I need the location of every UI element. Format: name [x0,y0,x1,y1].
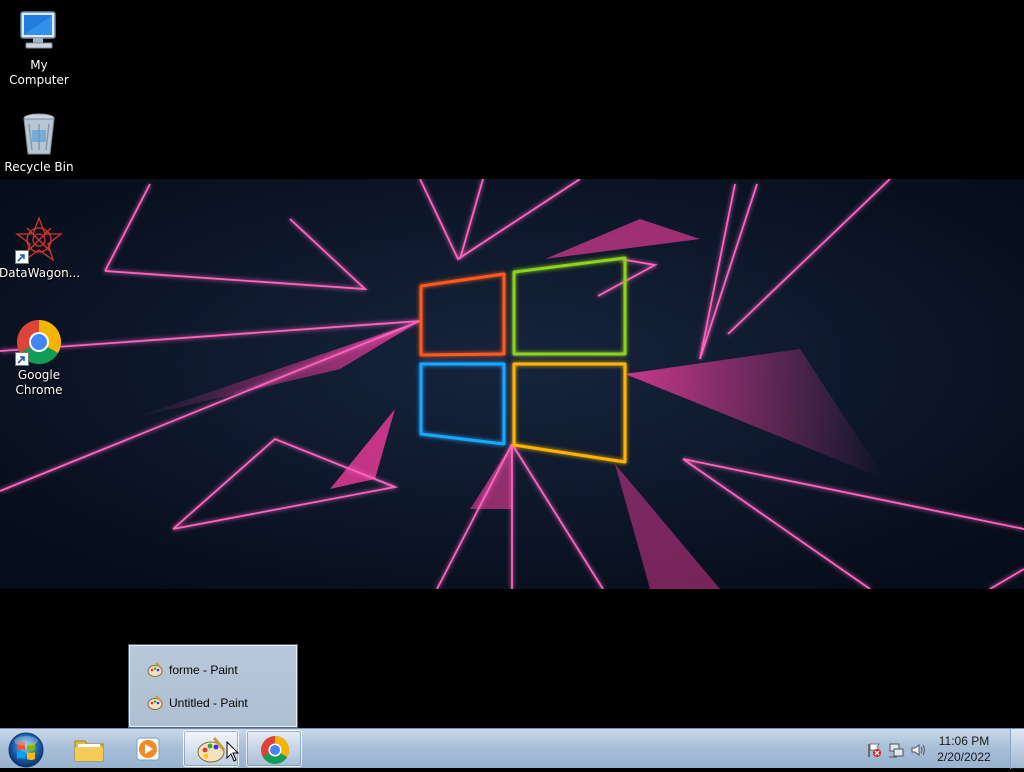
desktop-icon-label: DataWagon... [0,266,81,280]
volume-icon[interactable] [910,742,926,758]
network-icon[interactable] [888,742,904,758]
shortcut-arrow-icon [15,250,29,264]
notification-area: 11:06 PM 2/20/2022 [856,729,1024,769]
shortcut-arrow-icon [15,352,29,366]
desktop-icon-datawagon[interactable]: DataWagon... [0,216,81,281]
desktop-icon-recycle-bin[interactable]: Recycle Bin [0,110,79,175]
system-clock[interactable]: 11:06 PM 2/20/2022 [928,733,1000,765]
start-button[interactable] [4,730,48,768]
action-center-flag-icon[interactable] [866,742,882,758]
desktop[interactable]: My Computer Recycle Bin DataWagon... Goo… [0,0,1024,728]
paint-window-item-forme[interactable]: forme - Paint [136,657,290,683]
wallpaper [0,179,1024,589]
windows-orb-icon [8,732,44,768]
paint-palette-icon [197,737,226,763]
datawagon-icon [15,216,63,264]
desktop-icon-label: My Computer [9,58,69,87]
chrome-icon [15,318,63,366]
folder-icon [74,740,104,762]
recycle-bin-icon [15,110,63,158]
show-desktop-button[interactable] [1010,729,1024,769]
paint-palette-icon [147,662,163,677]
chrome-icon [261,736,289,764]
taskbar: 11:06 PM 2/20/2022 [0,728,1024,769]
paint-window-thumbnail-list: forme - Paint Untitled - Paint [129,645,297,727]
clock-date: 2/20/2022 [937,750,991,764]
mouse-cursor-icon [226,741,240,762]
computer-icon [15,8,63,56]
media-player-icon [136,737,160,761]
desktop-icon-google-chrome[interactable]: Google Chrome [0,318,79,398]
desktop-icon-my-computer[interactable]: My Computer [0,8,79,88]
desktop-icon-label: Recycle Bin [4,160,74,174]
taskbar-button-chrome[interactable] [246,730,302,767]
desktop-icon-label: Google Chrome [15,368,63,397]
taskbar-button-file-explorer[interactable] [61,730,117,767]
clock-time: 11:06 PM [938,734,990,748]
paint-window-item-untitled[interactable]: Untitled - Paint [136,690,290,716]
paint-window-label: forme - Paint [169,663,238,677]
paint-window-label: Untitled - Paint [169,696,248,710]
taskbar-button-media-player[interactable] [121,730,177,767]
paint-palette-icon [147,695,163,710]
